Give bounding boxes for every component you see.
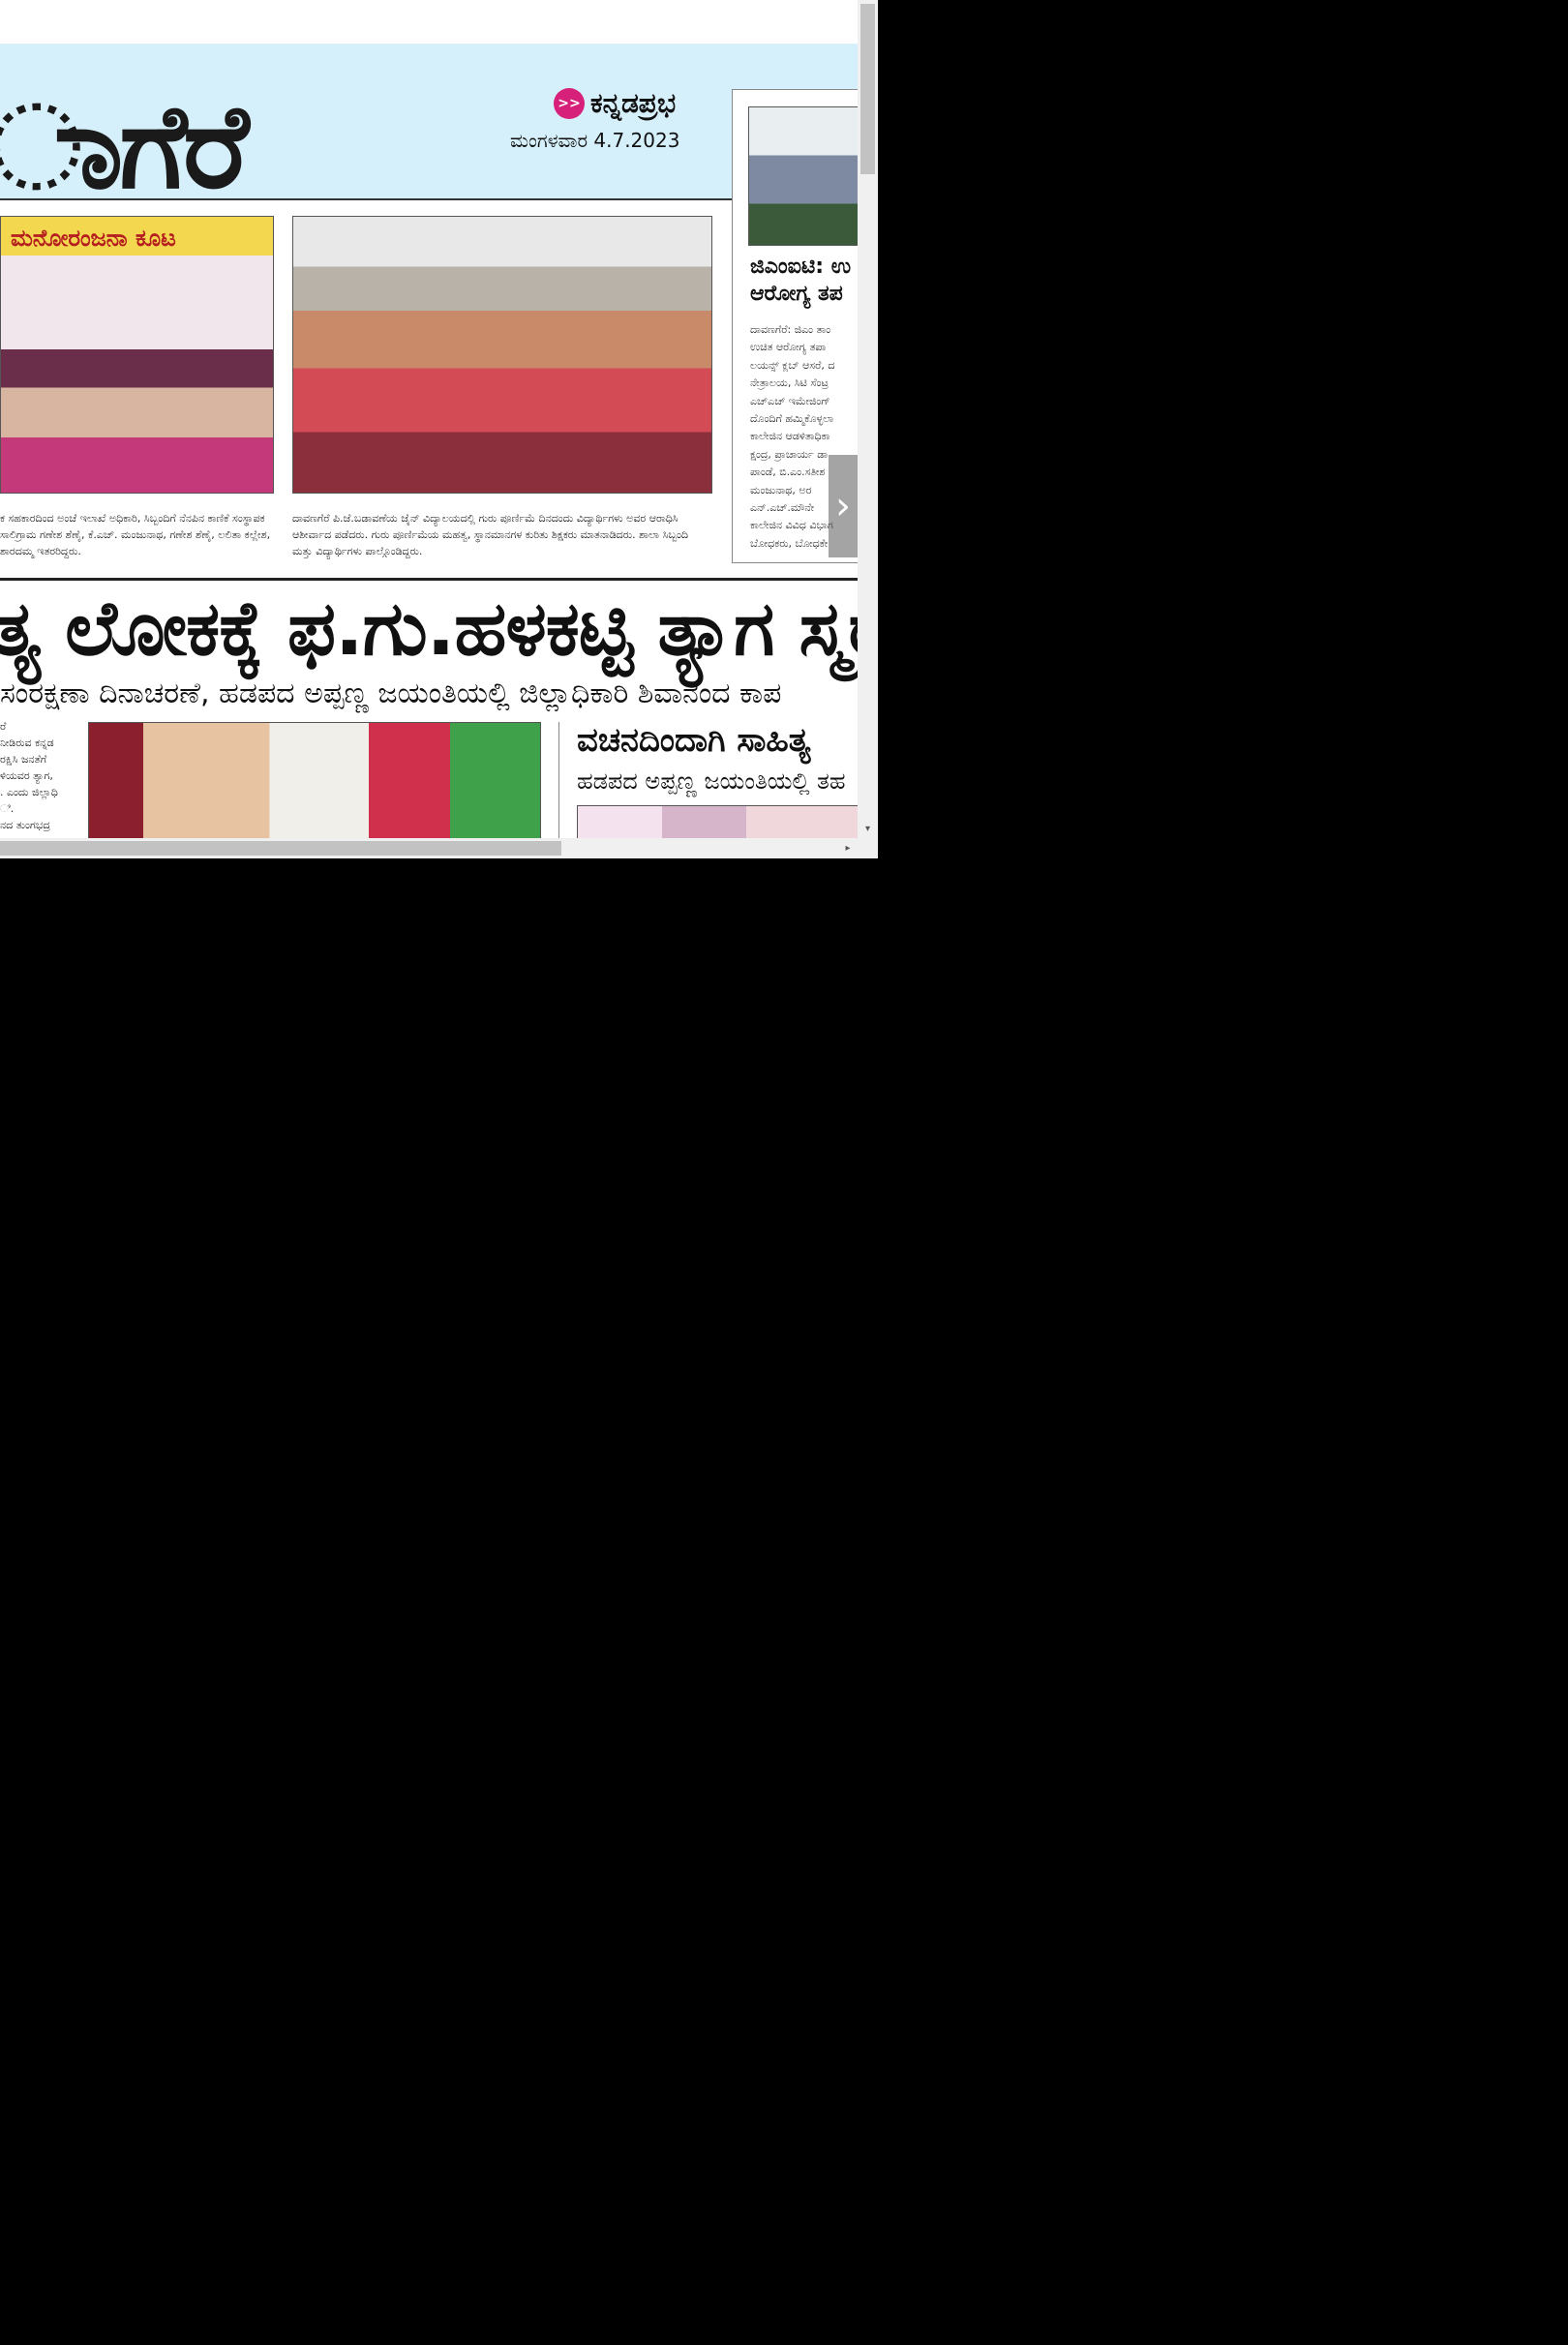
divider [0, 578, 858, 581]
brand: >> ಕನ್ನಡಪ್ರಭ [554, 87, 676, 120]
side-story-headline: ಜಿಎಂಐಟಿ: ಉ ಆರೋಗ್ಯ ತಪ [750, 255, 852, 306]
next-page-button[interactable]: › [829, 455, 858, 557]
issue-date: ಮಂಗಳವಾರ 4.7.2023 [510, 129, 680, 152]
news-photo[interactable] [292, 216, 712, 494]
divider [0, 198, 732, 200]
scroll-right-arrow-icon[interactable]: ▸ [838, 838, 858, 858]
kannada-prabha-logo-icon: >> [554, 88, 585, 119]
news-photo[interactable] [577, 805, 858, 838]
horizontal-scroll-thumb[interactable] [0, 841, 561, 856]
horizontal-scrollbar[interactable]: ▸ [0, 838, 858, 858]
vertical-scrollbar[interactable]: ▾ [858, 0, 878, 838]
news-photo[interactable] [88, 722, 541, 838]
right-story-subheadline: ಹಡಪದ ಅಪ್ಪಣ್ಣ ಜಯಂತಿಯಲ್ಲಿ ತಹ [577, 767, 846, 795]
vertical-scroll-thumb[interactable] [860, 4, 875, 174]
newspaper-viewer[interactable]: ಾಗೆರೆ >> ಕನ್ನಡಪ್ರಭ ಮಂಗಳವಾರ 4.7.2023 ಮನೋರ… [0, 0, 878, 858]
photo-caption: ದಾವಣಗೆರೆ ಪಿ.ಜೆ.ಬಡಾವಣೆಯ ಜೈನ್ ವಿದ್ಯಾಲಯದಲ್ಲ… [292, 512, 689, 557]
photo-caption: ಕ ಸಹಕಾರದಿಂದ ಅಂಚೆ ಇಲಾಖೆ ಅಧಿಕಾರಿ, ಸಿಬ್ಬಂದಿ… [0, 512, 271, 557]
scrollbar-corner [858, 838, 878, 858]
main-headline: ತ್ಯ ಲೋಕಕ್ಕೆ ಫ.ಗು.ಹಳಕಟ್ಟಿ ತ್ಯಾಗ ಸ್ಮರಣೆ [0, 586, 858, 673]
main-subheadline: ಸಂರಕ್ಷಣಾ ದಿನಾಚರಣೆ, ಹಡಪದ ಅಪ್ಪಣ್ಣ ಜಯಂತಿಯಲ್… [0, 676, 782, 710]
banner-text: ಮನೋರಂಜನಾ ಕೂಟ [11, 225, 176, 252]
scroll-down-arrow-icon[interactable]: ▾ [858, 819, 878, 838]
main-story-column: ರೆ ನೀಡಿರುವ ಕನ್ನಡ ರಕ್ಷಿಸಿ ಜನತೆಗೆ ಳಿಯವರ ತ್… [0, 720, 58, 831]
masthead-title: ಾಗೆರೆ [0, 80, 249, 215]
news-photo[interactable] [748, 106, 858, 246]
brand-name: ಕನ್ನಡಪ್ರಭ [590, 87, 677, 119]
column-divider [558, 722, 559, 838]
chevron-right-icon: › [835, 484, 851, 528]
masthead: ಾಗೆರೆ [0, 44, 858, 206]
news-photo[interactable]: ಮನೋರಂಜನಾ ಕೂಟ [0, 216, 274, 494]
epaper-page[interactable]: ಾಗೆರೆ >> ಕನ್ನಡಪ್ರಭ ಮಂಗಳವಾರ 4.7.2023 ಮನೋರ… [0, 0, 858, 838]
right-story-headline: ವಚನದಿಂದಾಗಿ ಸಾಹಿತ್ಯ [577, 721, 811, 760]
